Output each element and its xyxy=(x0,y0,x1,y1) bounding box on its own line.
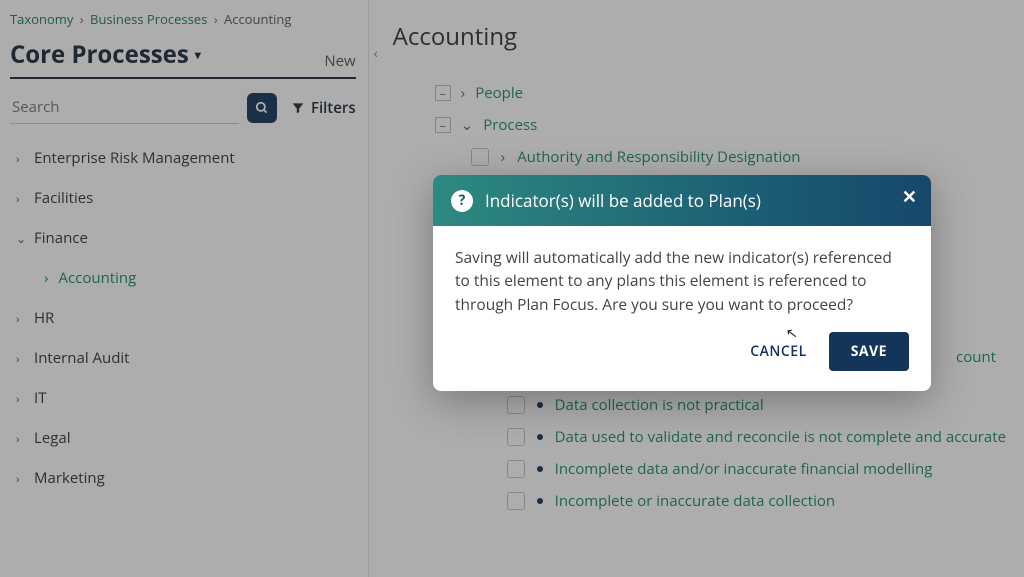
modal-title: Indicator(s) will be added to Plan(s) xyxy=(485,189,761,212)
save-button[interactable]: SAVE xyxy=(829,332,909,371)
close-icon[interactable]: ✕ xyxy=(902,185,917,209)
question-icon: ? xyxy=(451,190,473,212)
confirm-modal: ? Indicator(s) will be added to Plan(s) … xyxy=(433,175,931,391)
cursor-icon: ↖ xyxy=(785,323,799,343)
cancel-button[interactable]: CANCEL xyxy=(750,342,806,361)
modal-body: Saving will automatically add the new in… xyxy=(433,226,931,324)
modal-overlay: ? Indicator(s) will be added to Plan(s) … xyxy=(0,0,1024,577)
modal-header: ? Indicator(s) will be added to Plan(s) … xyxy=(433,175,931,226)
